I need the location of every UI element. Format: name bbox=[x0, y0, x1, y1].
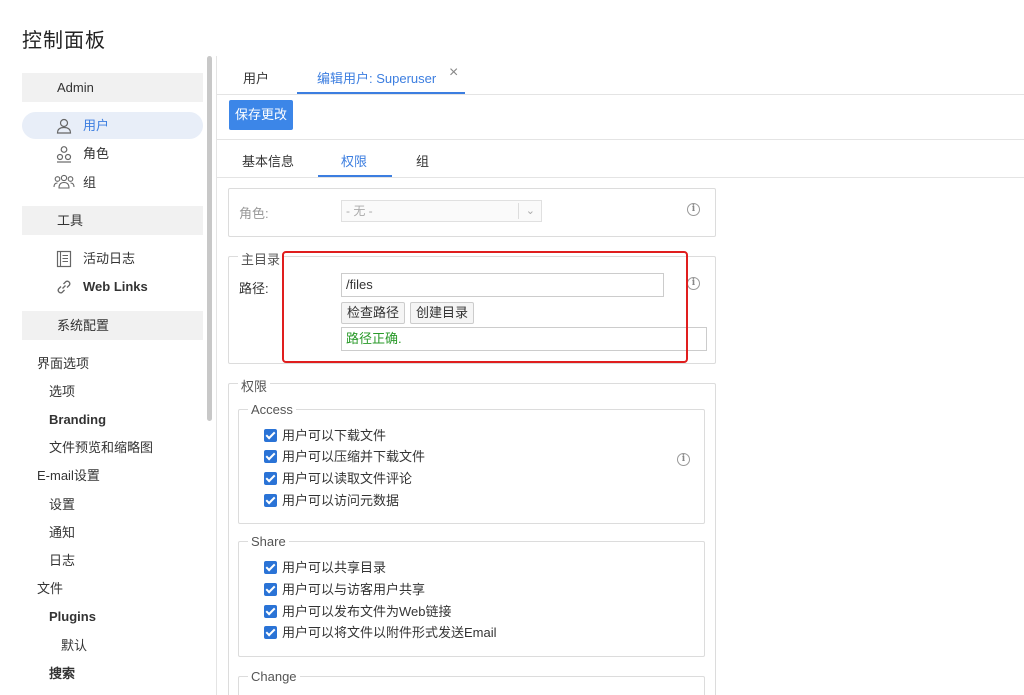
checkbox-download[interactable]: 用户可以下载文件 bbox=[264, 427, 386, 445]
role-section: 角色: - 无 - ⌄ i bbox=[228, 188, 716, 237]
sidebar-item-activity-log[interactable]: 活动日志 bbox=[22, 245, 203, 272]
sidebar: Admin 用户 角色 组 工具 活动日志 Web Links 系统配置 界面选… bbox=[22, 73, 203, 695]
access-legend: Access bbox=[248, 402, 296, 417]
sidebar-item-files[interactable]: 文件 bbox=[37, 580, 63, 598]
checkbox-label: 用户可以访问元数据 bbox=[282, 493, 400, 508]
checkbox-checked[interactable] bbox=[264, 561, 277, 574]
log-book-icon bbox=[56, 250, 72, 268]
checkbox-label: 用户可以共享目录 bbox=[282, 560, 387, 575]
page-title: 控制面板 bbox=[22, 30, 106, 52]
sidebar-item-label: 组 bbox=[83, 175, 97, 190]
tab-edit-user[interactable]: 编辑用户: Superuser bbox=[317, 68, 436, 87]
checkbox-web-link[interactable]: 用户可以发布文件为Web链接 bbox=[264, 603, 452, 621]
checkbox-share-guest[interactable]: 用户可以与访客用户共享 bbox=[264, 581, 425, 599]
chevron-down-icon: ⌄ bbox=[525, 205, 535, 217]
checkbox-label: 用户可以读取文件评论 bbox=[282, 471, 413, 486]
sidebar-item-search[interactable]: 搜索 bbox=[49, 665, 75, 683]
group-icon bbox=[53, 174, 75, 189]
home-dir-legend: 主目录 bbox=[238, 249, 284, 268]
active-subtab-indicator bbox=[318, 175, 392, 177]
link-icon bbox=[57, 280, 71, 294]
role-label: 角色: bbox=[239, 206, 269, 221]
sidebar-item-settings[interactable]: 设置 bbox=[49, 496, 75, 514]
checkbox-email-attachment[interactable]: 用户可以将文件以附件形式发送Email bbox=[264, 624, 497, 642]
info-icon[interactable]: i bbox=[687, 277, 700, 290]
sidebar-item-default[interactable]: 默认 bbox=[61, 637, 87, 655]
share-group: Share 用户可以共享目录 用户可以与访客用户共享 用户可以发布文件为Web链… bbox=[238, 534, 705, 657]
checkbox-checked[interactable] bbox=[264, 450, 277, 463]
checkbox-checked[interactable] bbox=[264, 626, 277, 639]
change-group: Change bbox=[238, 669, 705, 695]
role-icon bbox=[56, 146, 72, 163]
tab-groups[interactable]: 组 bbox=[416, 151, 429, 170]
checkbox-zip-download[interactable]: 用户可以压缩并下载文件 bbox=[264, 448, 425, 466]
active-tab-indicator bbox=[297, 92, 465, 94]
sidebar-item-plugins[interactable]: Plugins bbox=[49, 608, 96, 626]
checkbox-label: 用户可以下载文件 bbox=[282, 428, 387, 443]
sidebar-item-web-links[interactable]: Web Links bbox=[22, 273, 203, 300]
checkbox-metadata[interactable]: 用户可以访问元数据 bbox=[264, 492, 399, 510]
sub-tab-bar: 基本信息 权限 组 bbox=[217, 140, 1024, 178]
sidebar-item-file-preview[interactable]: 文件预览和缩略图 bbox=[49, 439, 153, 457]
select-separator bbox=[518, 203, 519, 219]
sidebar-item-label: 角色 bbox=[83, 146, 110, 161]
checkbox-checked[interactable] bbox=[264, 472, 277, 485]
tab-basic-info[interactable]: 基本信息 bbox=[242, 151, 294, 170]
user-icon bbox=[56, 118, 72, 134]
role-select-value: - 无 - bbox=[346, 204, 373, 218]
sidebar-header-tools: 工具 bbox=[22, 206, 203, 235]
info-icon[interactable]: i bbox=[677, 453, 690, 466]
close-tab-icon[interactable]: × bbox=[449, 64, 458, 82]
checkbox-label: 用户可以发布文件为Web链接 bbox=[282, 604, 452, 619]
permissions-legend: 权限 bbox=[238, 376, 271, 395]
checkbox-read-comments[interactable]: 用户可以读取文件评论 bbox=[264, 470, 412, 488]
toolbar: 保存更改 bbox=[217, 95, 1024, 140]
sidebar-item-ui-options[interactable]: 界面选项 bbox=[37, 355, 89, 373]
checkbox-share-folder[interactable]: 用户可以共享目录 bbox=[264, 559, 386, 577]
share-legend: Share bbox=[248, 534, 289, 549]
sidebar-item-email-settings[interactable]: E-mail设置 bbox=[37, 467, 100, 485]
checkbox-label: 用户可以将文件以附件形式发送Email bbox=[282, 625, 497, 640]
top-tab-bar: 用户 编辑用户: Superuser × bbox=[217, 56, 1024, 95]
sidebar-item-logs[interactable]: 日志 bbox=[49, 552, 75, 570]
checkbox-checked[interactable] bbox=[264, 429, 277, 442]
checkbox-checked[interactable] bbox=[264, 605, 277, 618]
tab-permissions[interactable]: 权限 bbox=[341, 151, 367, 170]
sidebar-item-options[interactable]: 选项 bbox=[49, 383, 75, 401]
change-legend: Change bbox=[248, 669, 300, 684]
permissions-section: 权限 Access 用户可以下载文件 用户可以压缩并下载文件 用户可以读取文件评… bbox=[228, 376, 716, 695]
checkbox-label: 用户可以压缩并下载文件 bbox=[282, 449, 426, 464]
checkbox-checked[interactable] bbox=[264, 583, 277, 596]
sidebar-item-groups[interactable]: 组 bbox=[22, 169, 203, 196]
info-icon[interactable]: i bbox=[687, 203, 700, 216]
sidebar-item-label: Web Links bbox=[83, 279, 148, 294]
path-label: 路径: bbox=[239, 281, 269, 296]
sidebar-item-label: 用户 bbox=[83, 118, 110, 133]
sidebar-item-label: 活动日志 bbox=[83, 251, 136, 266]
sidebar-scrollbar[interactable] bbox=[207, 56, 212, 421]
checkbox-label: 用户可以与访客用户共享 bbox=[282, 582, 426, 597]
sidebar-header-admin: Admin bbox=[22, 73, 203, 102]
sidebar-item-roles[interactable]: 角色 bbox=[22, 140, 203, 167]
access-group: Access 用户可以下载文件 用户可以压缩并下载文件 用户可以读取文件评论 用… bbox=[238, 402, 705, 524]
tab-users[interactable]: 用户 bbox=[243, 68, 269, 87]
sidebar-item-users[interactable]: 用户 bbox=[22, 112, 203, 139]
sidebar-item-branding[interactable]: Branding bbox=[49, 411, 106, 429]
save-button[interactable]: 保存更改 bbox=[229, 100, 294, 130]
checkbox-checked[interactable] bbox=[264, 494, 277, 507]
role-select[interactable]: - 无 - ⌄ bbox=[341, 200, 542, 222]
highlight-box bbox=[282, 251, 688, 363]
sidebar-item-notifications[interactable]: 通知 bbox=[49, 524, 75, 542]
sidebar-header-system: 系统配置 bbox=[22, 311, 203, 340]
